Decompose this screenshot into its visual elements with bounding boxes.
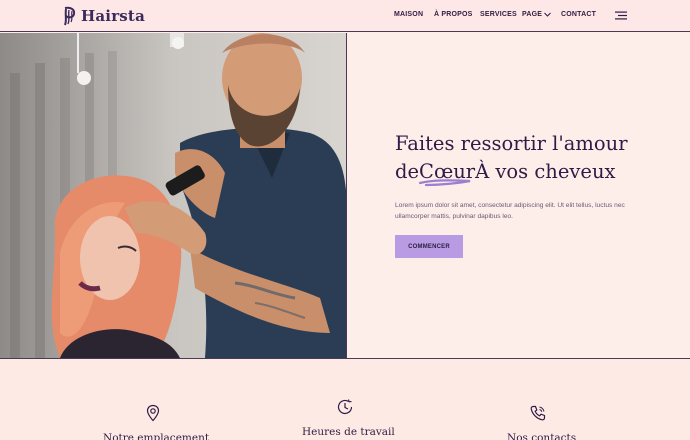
nav-item-contact[interactable]: CONTACT bbox=[561, 11, 596, 18]
location-label: Notre emplacement bbox=[103, 432, 210, 440]
hero-description: Lorem ipsum dolor sit amet, consectetur … bbox=[395, 202, 625, 220]
contacts-label: Nos contacts bbox=[507, 432, 577, 440]
start-button[interactable]: COMMENCER bbox=[395, 235, 463, 258]
hero-title-de: de bbox=[395, 160, 420, 183]
hamburger-menu-icon[interactable] bbox=[615, 11, 627, 20]
hero-title-line-1: Faites ressortir l'amour bbox=[395, 132, 628, 155]
nav-item-page-label: PAGE bbox=[522, 11, 543, 18]
phone-icon bbox=[530, 405, 546, 421]
brand-name: Hairsta bbox=[81, 7, 145, 25]
location-pin-icon bbox=[146, 404, 160, 422]
nav-item-services[interactable]: SERVICES bbox=[480, 11, 517, 18]
brand-logo[interactable]: Hairsta bbox=[62, 5, 145, 27]
brush-underline-decoration bbox=[418, 179, 471, 187]
nav-item-maison[interactable]: MAISON bbox=[394, 11, 423, 18]
chevron-down-icon bbox=[544, 12, 551, 17]
hero-title-rest: À vos cheveux bbox=[475, 160, 616, 183]
site-header: Hairsta MAISON À PROPOS SERVICES PAGE CO… bbox=[0, 0, 690, 32]
hair-strands-icon bbox=[64, 6, 76, 26]
clock-icon bbox=[337, 399, 353, 415]
nav-item-a-propos[interactable]: À PROPOS bbox=[434, 11, 473, 18]
nav-item-page[interactable]: PAGE bbox=[522, 11, 551, 18]
hours-label: Heures de travail bbox=[302, 426, 395, 438]
hero-photo bbox=[0, 33, 347, 358]
